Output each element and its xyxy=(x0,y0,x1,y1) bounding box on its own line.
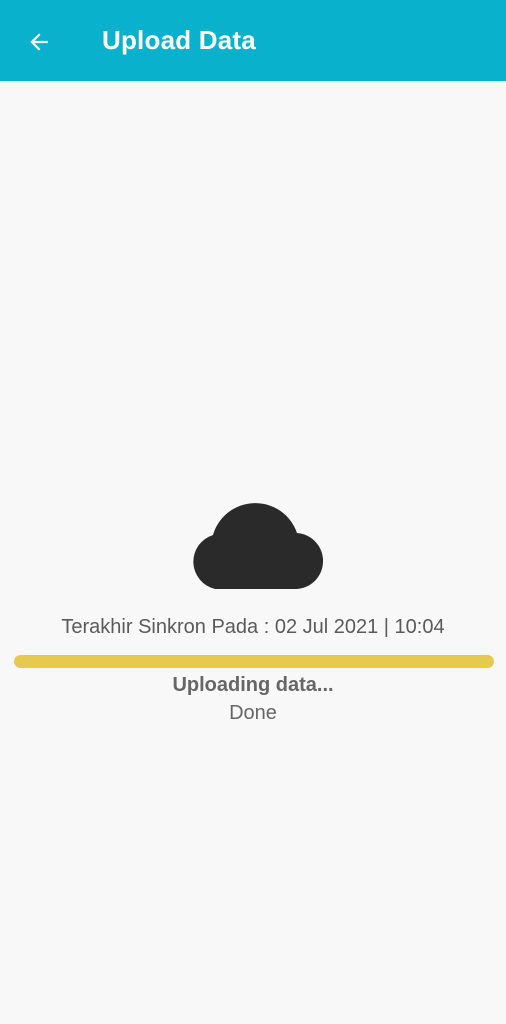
cloud-icon xyxy=(193,503,323,589)
back-button[interactable] xyxy=(18,22,60,62)
upload-status-title: Uploading data... xyxy=(172,674,334,696)
upload-progress-fill xyxy=(14,655,494,668)
arrow-left-icon xyxy=(30,33,48,51)
upload-progress-bar xyxy=(14,655,494,668)
page-title: Upload Data xyxy=(102,25,256,55)
upload-status-detail: Done xyxy=(229,702,277,724)
last-sync-text: Terakhir Sinkron Pada : 02 Jul 2021 | 10… xyxy=(61,616,445,638)
app-bar: Upload Data xyxy=(0,0,506,81)
